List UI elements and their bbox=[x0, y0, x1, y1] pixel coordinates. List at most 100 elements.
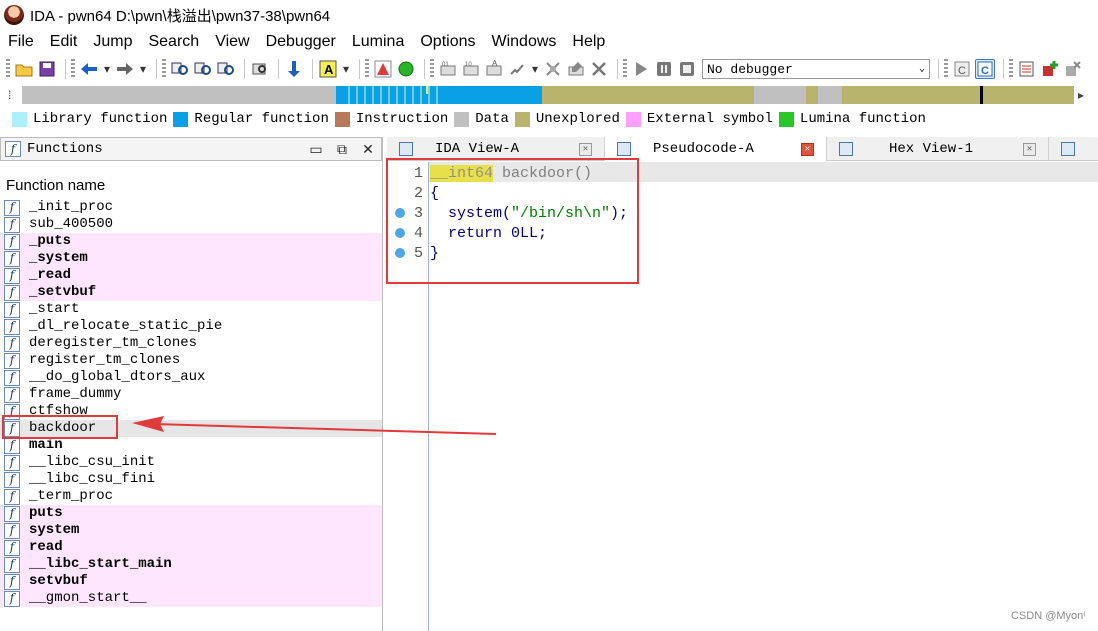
function-icon: f bbox=[4, 437, 20, 454]
function-list-item[interactable]: f _read bbox=[0, 267, 382, 284]
column-header-function-name[interactable]: Function name bbox=[0, 171, 382, 199]
tab-hex-view-1[interactable]: Hex View-1 ✕ bbox=[827, 137, 1049, 161]
play-icon[interactable] bbox=[631, 59, 651, 79]
warning-icon[interactable] bbox=[373, 59, 393, 79]
chevron-down-icon[interactable]: ▾ bbox=[530, 59, 540, 79]
list-icon[interactable] bbox=[1017, 59, 1037, 79]
back-arrow-icon[interactable] bbox=[79, 59, 99, 79]
cross-reference-icon[interactable]: C bbox=[952, 59, 972, 79]
close-icon[interactable]: ✕ bbox=[1023, 142, 1036, 156]
close-icon[interactable]: ✕ bbox=[355, 141, 381, 158]
function-icon: f bbox=[4, 318, 20, 335]
toolbar-grip[interactable] bbox=[365, 59, 369, 79]
forward-arrow-icon[interactable] bbox=[115, 59, 135, 79]
array-icon[interactable] bbox=[507, 59, 527, 79]
legend-swatch bbox=[454, 111, 470, 127]
undefine-icon[interactable] bbox=[543, 59, 563, 79]
toolbar-grip[interactable] bbox=[162, 59, 166, 79]
debugger-select[interactable]: No debugger ⌄ bbox=[702, 59, 930, 79]
chevron-down-icon[interactable]: ▾ bbox=[102, 59, 112, 79]
function-name: _start bbox=[29, 301, 80, 317]
string-icon[interactable]: A bbox=[484, 59, 504, 79]
function-list-item[interactable]: f __do_global_dtors_aux bbox=[0, 369, 382, 386]
menu-edit[interactable]: Edit bbox=[42, 33, 86, 51]
function-name: _init_proc bbox=[29, 199, 114, 215]
function-list-item[interactable]: f deregister_tm_clones bbox=[0, 335, 382, 352]
annotation-arrow bbox=[132, 416, 497, 435]
text-color-icon[interactable]: A bbox=[318, 59, 338, 79]
toolbar-grip[interactable] bbox=[6, 59, 10, 79]
function-list-item[interactable]: f _start bbox=[0, 301, 382, 318]
function-list-item[interactable]: f _puts bbox=[0, 233, 382, 250]
function-list-item[interactable]: f register_tm_clones bbox=[0, 352, 382, 369]
close-icon[interactable]: ✕ bbox=[579, 142, 592, 156]
chevron-right-icon[interactable]: ▸ bbox=[1074, 88, 1088, 102]
open-folder-icon[interactable] bbox=[14, 59, 34, 79]
close-x-icon[interactable] bbox=[589, 59, 609, 79]
function-list-item[interactable]: f __libc_start_main bbox=[0, 556, 382, 573]
save-icon[interactable] bbox=[37, 59, 57, 79]
function-list-item[interactable]: f read bbox=[0, 539, 382, 556]
function-list-item[interactable]: f _system bbox=[0, 250, 382, 267]
menu-windows[interactable]: Windows bbox=[483, 33, 564, 51]
function-list-item[interactable]: f _init_proc bbox=[0, 199, 382, 216]
menu-view[interactable]: View bbox=[207, 33, 257, 51]
tab-structures[interactable] bbox=[1049, 137, 1098, 161]
function-name: _puts bbox=[29, 233, 72, 249]
function-name: _read bbox=[29, 267, 72, 283]
menu-debugger[interactable]: Debugger bbox=[258, 33, 344, 51]
add-plugin-icon[interactable] bbox=[1040, 59, 1060, 79]
search-binary-icon[interactable] bbox=[170, 59, 190, 79]
chevron-down-icon: ⌄ bbox=[918, 64, 925, 75]
tab-label: IDA View-A bbox=[435, 141, 520, 157]
green-circle-icon[interactable] bbox=[396, 59, 416, 79]
search-text-icon[interactable] bbox=[193, 59, 213, 79]
toolbar-separator bbox=[65, 59, 66, 79]
chevron-down-icon[interactable]: ▾ bbox=[341, 59, 351, 79]
stop-icon[interactable] bbox=[677, 59, 697, 79]
toolbar-grip[interactable] bbox=[71, 59, 75, 79]
function-list-item[interactable]: f _setvbuf bbox=[0, 284, 382, 301]
function-list-item[interactable]: f puts bbox=[0, 505, 382, 522]
toolbar-grip[interactable] bbox=[944, 59, 948, 79]
chevron-down-icon[interactable]: ▾ bbox=[138, 59, 148, 79]
function-list-item[interactable]: f __libc_csu_init bbox=[0, 454, 382, 471]
menu-search[interactable]: Search bbox=[140, 33, 207, 51]
grip-icon[interactable]: ⁞ bbox=[8, 88, 22, 102]
code-icon[interactable]: 01 bbox=[438, 59, 458, 79]
function-list-item[interactable]: f __libc_csu_fini bbox=[0, 471, 382, 488]
function-list-item[interactable]: f _dl_relocate_static_pie bbox=[0, 318, 382, 335]
legend-swatch bbox=[334, 111, 350, 127]
function-list-item[interactable]: f system bbox=[0, 522, 382, 539]
function-list-item[interactable]: f setvbuf bbox=[0, 573, 382, 590]
toolbar-grip[interactable] bbox=[1009, 59, 1013, 79]
function-list-item[interactable]: f __gmon_start__ bbox=[0, 590, 382, 607]
navigation-band: ⁞ ▸ bbox=[8, 85, 1098, 105]
menu-jump[interactable]: Jump bbox=[85, 33, 140, 51]
function-list-item[interactable]: f sub_400500 bbox=[0, 216, 382, 233]
toolbar-grip[interactable] bbox=[623, 59, 627, 79]
remove-plugin-icon[interactable] bbox=[1063, 59, 1083, 79]
pause-icon[interactable] bbox=[654, 59, 674, 79]
function-icon: f bbox=[4, 539, 20, 556]
function-list-item[interactable]: f _term_proc bbox=[0, 488, 382, 505]
rename-icon[interactable] bbox=[566, 59, 586, 79]
close-icon[interactable]: ✕ bbox=[801, 142, 814, 156]
toolbar-grip[interactable] bbox=[430, 59, 434, 79]
pseudocode-icon[interactable]: C bbox=[975, 59, 995, 79]
legend-label: Data bbox=[475, 111, 509, 127]
jump-down-icon[interactable] bbox=[284, 59, 304, 79]
menu-lumina[interactable]: Lumina bbox=[344, 33, 412, 51]
float-window-icon[interactable]: ⧉ bbox=[329, 141, 355, 158]
search-immediate-icon[interactable] bbox=[216, 59, 236, 79]
navigation-band-track[interactable] bbox=[22, 86, 1074, 104]
menu-file[interactable]: File bbox=[0, 33, 42, 51]
maximize-icon[interactable]: ▭ bbox=[303, 141, 329, 158]
nav-segment-data bbox=[22, 86, 336, 104]
data-icon[interactable]: 10 bbox=[461, 59, 481, 79]
function-list-item[interactable]: f frame_dummy bbox=[0, 386, 382, 403]
menu-options[interactable]: Options bbox=[412, 33, 483, 51]
function-name: _system bbox=[29, 250, 88, 266]
menu-help[interactable]: Help bbox=[564, 33, 613, 51]
find-next-icon[interactable] bbox=[250, 59, 270, 79]
